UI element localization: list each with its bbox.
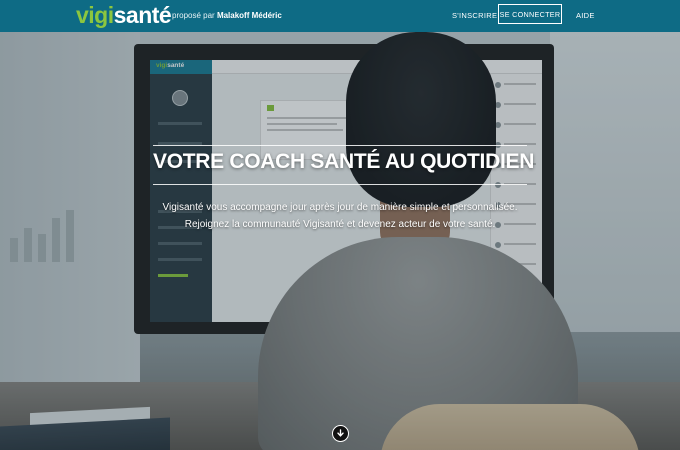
logo-part-sante: santé <box>113 2 172 28</box>
hero-overlay <box>0 32 680 450</box>
hero-subline-1: Vigisanté vous accompagne jour après jou… <box>162 202 518 213</box>
headline-rule-top <box>153 145 527 146</box>
hero-headline: VOTRE COACH SANTÉ AU QUOTIDIEN <box>153 150 535 173</box>
headline-rule-bottom <box>153 184 527 185</box>
scroll-down-button[interactable] <box>332 425 349 442</box>
login-button[interactable]: SE CONNECTER <box>498 4 562 24</box>
signup-link[interactable]: S'INSCRIRE <box>452 11 497 20</box>
hero-subline-2: Rejoignez la communauté Vigisanté et dev… <box>184 219 496 230</box>
vigisante-logo[interactable]: vigisanté <box>76 2 172 29</box>
tagline-brand: Malakoff Médéric <box>216 11 282 20</box>
logo-part-vigi: vigi <box>76 2 114 28</box>
top-navigation-bar: vigisanté proposé par Malakoff Médéric S… <box>0 0 680 32</box>
sponsor-tagline: proposé par Malakoff Médéric <box>172 11 282 20</box>
help-link[interactable]: AIDE <box>576 11 595 20</box>
tagline-prefix: proposé par <box>172 11 215 20</box>
arrow-down-icon <box>337 429 344 437</box>
hero-section: vigisanté VOTRE COACH SANTÉ AU QUOTIDIEN… <box>0 32 680 450</box>
